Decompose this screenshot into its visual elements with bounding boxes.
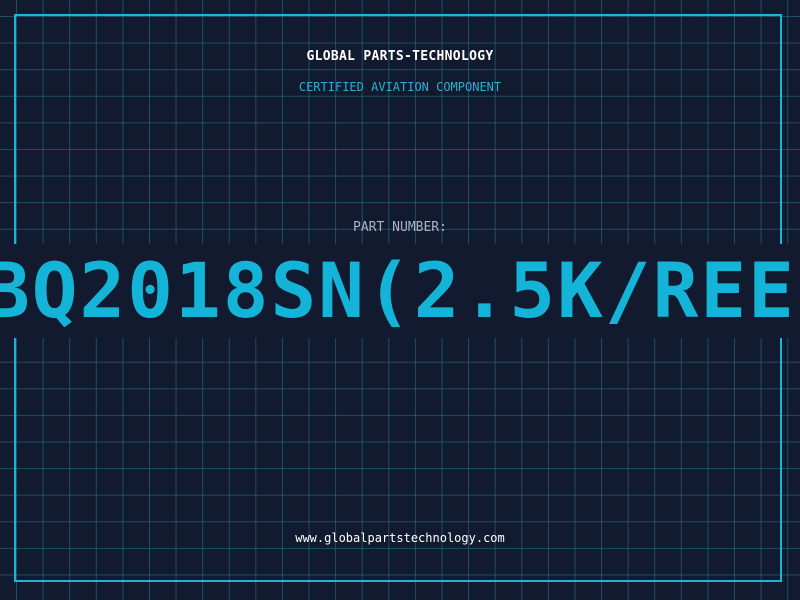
brand-name: GLOBAL PARTS-TECHNOLOGY [306, 49, 494, 64]
tagline: CERTIFIED AVIATION COMPONENT [298, 80, 502, 94]
part-number-band: BQ2018SN(2.5K/REEL) [0, 244, 800, 338]
website-url: www.globalpartstechnology.com [295, 531, 505, 545]
part-label-card: GLOBAL PARTS-TECHNOLOGY CERTIFIED AVIATI… [0, 0, 800, 600]
part-number-label: PART NUMBER: [353, 220, 447, 235]
part-number-value: BQ2018SN(2.5K/REEL) [0, 246, 800, 335]
